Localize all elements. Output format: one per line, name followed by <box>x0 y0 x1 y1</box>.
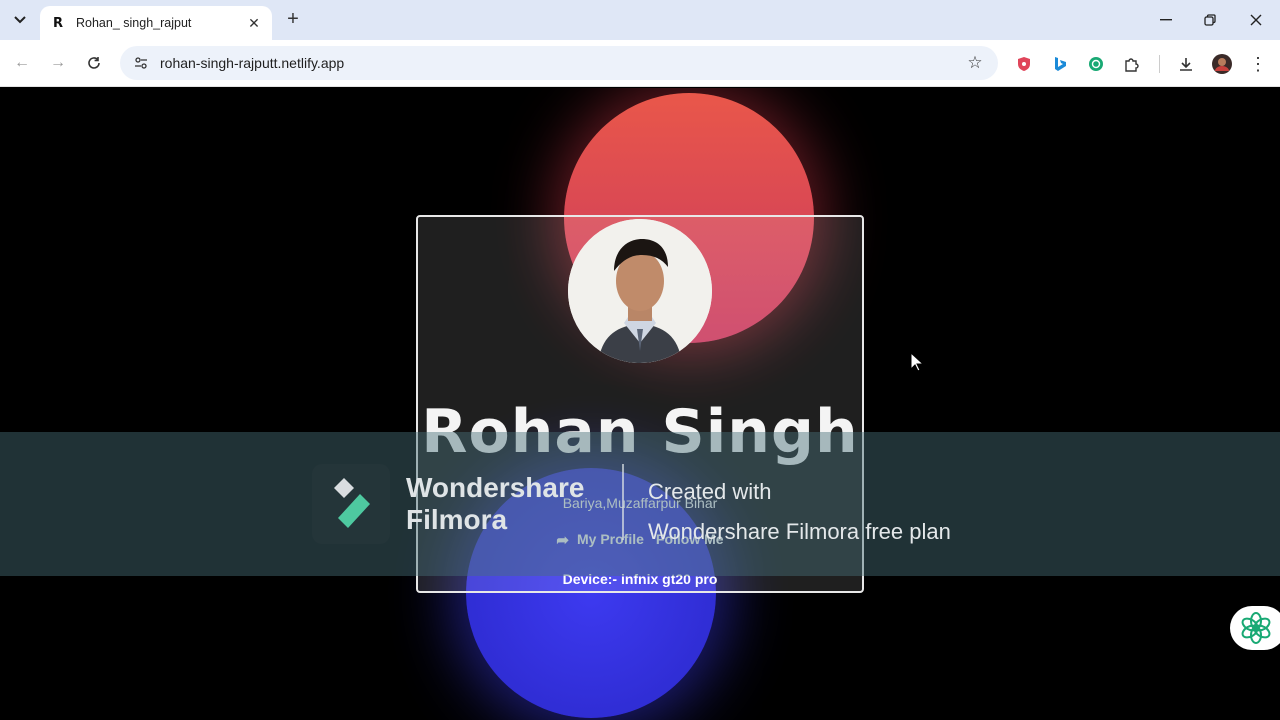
forward-icon[interactable]: → <box>45 50 71 76</box>
back-icon[interactable]: ← <box>9 50 35 76</box>
tab-title: Rohan_ singh_rajput <box>76 16 192 30</box>
toolbar-divider <box>1159 55 1160 73</box>
ai-assistant-button[interactable] <box>1230 606 1280 650</box>
tab-strip: R Rohan_ singh_rajput ✕ + <box>0 0 1280 40</box>
page-viewport: Rohan Singh Bariya,Muzaffarpur Bihar ➦ M… <box>0 88 1280 720</box>
profile-photo <box>568 219 712 363</box>
site-info-icon[interactable] <box>132 54 150 72</box>
chatgpt-extension-icon[interactable] <box>1085 53 1107 75</box>
filmora-brand-line1: Wondershare <box>406 472 585 503</box>
profile-avatar-icon[interactable] <box>1211 53 1233 75</box>
mouse-cursor-icon <box>910 352 924 372</box>
close-window-icon[interactable] <box>1234 6 1278 34</box>
restore-icon[interactable] <box>1188 6 1232 34</box>
created-with-line: Created with <box>648 479 772 504</box>
download-icon[interactable] <box>1175 53 1197 75</box>
filmora-brand: Wondershare Filmora <box>406 472 584 536</box>
site-favicon-icon: R <box>52 15 63 31</box>
extensions-puzzle-icon[interactable] <box>1121 53 1143 75</box>
watermark-created-text: Created with Wondershare Filmora free pl… <box>648 472 951 552</box>
watermark-divider <box>622 464 624 540</box>
bookmark-star-icon[interactable]: ☆ <box>964 52 986 74</box>
tab-search-chevron-icon[interactable] <box>8 8 32 32</box>
url-text[interactable]: rohan-singh-rajputt.netlify.app <box>160 55 964 71</box>
bing-icon[interactable] <box>1049 53 1071 75</box>
new-tab-icon[interactable]: + <box>282 8 304 30</box>
filmora-logo-icon <box>312 464 390 544</box>
browser-menu-icon[interactable]: ⋮ <box>1247 53 1269 75</box>
active-tab[interactable]: R Rohan_ singh_rajput ✕ <box>40 6 272 40</box>
browser-toolbar: ← → rohan-singh-rajputt.netlify.app ☆ ⋮ <box>0 40 1280 87</box>
free-plan-line: Wondershare Filmora free plan <box>648 519 951 544</box>
shield-extension-icon[interactable] <box>1013 53 1035 75</box>
close-tab-icon[interactable]: ✕ <box>246 15 262 31</box>
openai-flower-icon <box>1241 612 1271 644</box>
reload-icon[interactable] <box>81 50 107 76</box>
filmora-watermark: Wondershare Filmora Created with Wonders… <box>0 432 1280 576</box>
minimize-icon[interactable] <box>1144 6 1188 34</box>
filmora-brand-line2: Filmora <box>406 504 508 535</box>
address-bar[interactable]: rohan-singh-rajputt.netlify.app ☆ <box>120 46 998 80</box>
